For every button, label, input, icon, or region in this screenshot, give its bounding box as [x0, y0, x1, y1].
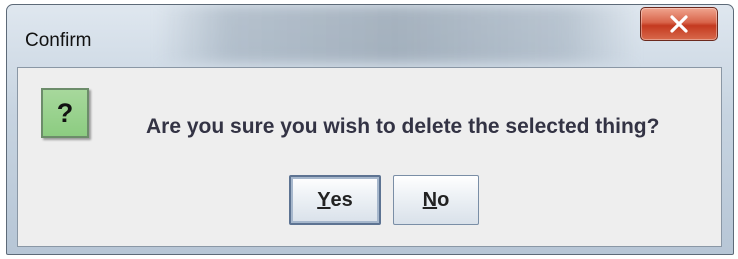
no-button[interactable]: No [393, 175, 479, 225]
dialog-title: Confirm [25, 30, 92, 51]
titlebar[interactable]: Confirm [7, 5, 733, 65]
close-icon [670, 15, 688, 33]
confirm-message: Are you sure you wish to delete the sele… [146, 115, 660, 138]
no-mnemonic: N [422, 188, 438, 211]
question-icon: ? [41, 88, 89, 138]
yes-button[interactable]: Yes [289, 175, 381, 225]
yes-label-rest: es [330, 188, 353, 211]
close-button[interactable] [640, 7, 718, 41]
no-label-rest: o [437, 188, 450, 211]
dialog-content: ? Are you sure you wish to delete the se… [17, 67, 722, 247]
yes-mnemonic: Y [317, 188, 331, 211]
confirm-dialog: Confirm ? Are you sure you wish to delet… [6, 4, 734, 255]
